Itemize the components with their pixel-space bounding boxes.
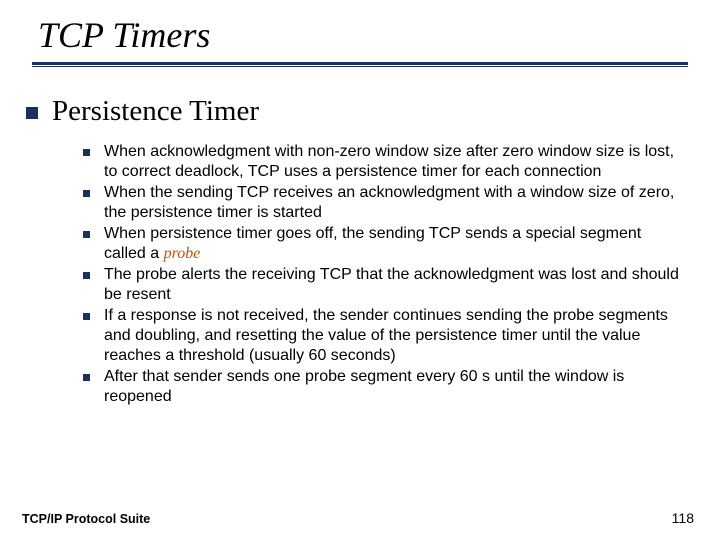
square-bullet-icon — [83, 374, 90, 381]
level1-text: Persistence Timer — [52, 95, 259, 128]
square-bullet-icon — [83, 190, 90, 197]
list-item: After that sender sends one probe segmen… — [83, 367, 686, 407]
list-item-text: If a response is not received, the sende… — [104, 306, 686, 366]
square-bullet-icon — [83, 149, 90, 156]
list-item-text: When persistence timer goes off, the sen… — [104, 224, 686, 264]
list-item: When the sending TCP receives an acknowl… — [83, 183, 686, 223]
title-divider — [32, 62, 688, 67]
list-item-text: When acknowledgment with non-zero window… — [104, 142, 686, 182]
square-bullet-icon — [83, 313, 90, 320]
list-item: If a response is not received, the sende… — [83, 306, 686, 366]
level1-item: Persistence Timer — [30, 95, 690, 128]
list-item-text: The probe alerts the receiving TCP that … — [104, 265, 686, 305]
probe-emphasis: probe — [164, 245, 201, 262]
level2-list: When acknowledgment with non-zero window… — [83, 142, 686, 407]
list-item: The probe alerts the receiving TCP that … — [83, 265, 686, 305]
square-bullet-icon — [83, 231, 90, 238]
list-item-text: After that sender sends one probe segmen… — [104, 367, 686, 407]
footer-left-text: TCP/IP Protocol Suite — [22, 512, 150, 526]
list-item: When acknowledgment with non-zero window… — [83, 142, 686, 182]
slide-title: TCP Timers — [30, 14, 690, 56]
list-item: When persistence timer goes off, the sen… — [83, 224, 686, 264]
square-bullet-icon — [83, 272, 90, 279]
list-item-text: When the sending TCP receives an acknowl… — [104, 183, 686, 223]
page-number: 118 — [672, 510, 694, 526]
square-bullet-icon — [26, 107, 38, 119]
slide-footer: TCP/IP Protocol Suite 118 — [22, 510, 694, 526]
